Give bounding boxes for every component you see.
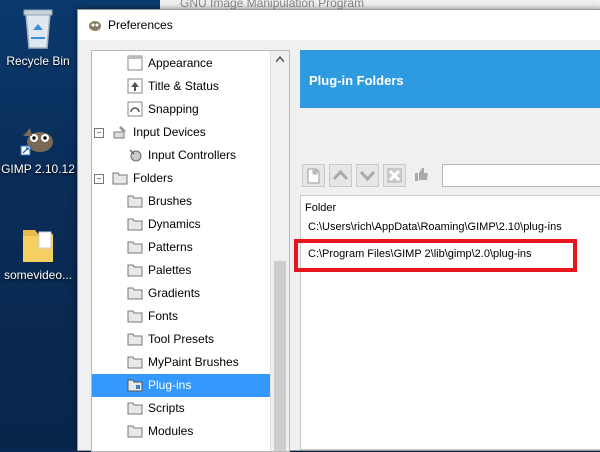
- folders-icon: [112, 172, 128, 185]
- tree-item-patterns[interactable]: Patterns: [92, 236, 270, 259]
- tree-item-title-status[interactable]: Title & Status: [92, 75, 270, 98]
- gimp-shortcut[interactable]: GIMP 2.10.12: [0, 120, 76, 176]
- right-panel: Plug-in Folders Folder C:\Users\rich\App…: [294, 50, 600, 450]
- folder-icon: [127, 379, 143, 392]
- tree-item-modules[interactable]: Modules: [92, 420, 270, 443]
- folder-icon: [127, 333, 143, 346]
- tree-item-plug-ins[interactable]: Plug-ins: [92, 374, 270, 397]
- folder-icon: [127, 264, 143, 277]
- new-folder-icon: [307, 168, 320, 184]
- folder-icon: [127, 402, 143, 415]
- somevideo-folder-shortcut[interactable]: somevideo...: [0, 224, 76, 282]
- folder-row[interactable]: C:\Users\rich\AppData\Roaming\GIMP\2.10\…: [308, 221, 562, 233]
- somevideo-folder-label: somevideo...: [3, 268, 73, 282]
- folder-list: Folder C:\Users\rich\AppData\Roaming\GIM…: [294, 195, 600, 450]
- tree-item-mypaint-brushes[interactable]: MyPaint Brushes: [92, 351, 270, 374]
- folder-icon: [127, 310, 143, 323]
- input-controllers-icon: [129, 149, 142, 162]
- tree-item-label: Dynamics: [148, 217, 201, 231]
- tree-item-label: Patterns: [148, 240, 193, 254]
- recycle-bin-label: Recycle Bin: [6, 54, 70, 68]
- tree-item-label: Tool Presets: [148, 332, 215, 346]
- title-status-icon: [127, 78, 143, 94]
- tree-item-label: Gradients: [148, 286, 201, 300]
- delete-icon: [387, 168, 402, 183]
- tree-item-scripts[interactable]: Scripts: [92, 397, 270, 420]
- page-header: Plug-in Folders: [300, 50, 600, 108]
- tree-item-label: Input Controllers: [148, 148, 237, 162]
- appearance-icon: [127, 55, 143, 71]
- page-title: Plug-in Folders: [309, 73, 404, 88]
- window-title: Preferences: [108, 18, 173, 32]
- delete-button[interactable]: [383, 164, 406, 187]
- tree-item-input-devices[interactable]: − Input Devices: [92, 121, 270, 144]
- folder-path-field[interactable]: [442, 164, 600, 187]
- tree-item-label: MyPaint Brushes: [148, 355, 239, 369]
- tree-scrollbar[interactable]: [270, 51, 289, 451]
- tree-item-label: Title & Status: [148, 79, 219, 93]
- highlight-box: [294, 239, 577, 272]
- move-down-button[interactable]: [356, 164, 379, 187]
- tree-item-appearance[interactable]: Appearance: [92, 52, 270, 75]
- tree-item-gradients[interactable]: Gradients: [92, 282, 270, 305]
- tree-item-label: Brushes: [148, 194, 193, 208]
- tree-item-label: Modules: [148, 424, 194, 438]
- scrollbar-thumb[interactable]: [274, 261, 286, 451]
- folder-icon: [23, 230, 53, 262]
- gimp-label: GIMP 2.10.12: [1, 162, 75, 176]
- move-down-icon: [359, 170, 376, 182]
- tree-item-label: Fonts: [148, 309, 179, 323]
- folder-icon: [127, 195, 143, 208]
- tree-item-palettes[interactable]: Palettes: [92, 259, 270, 282]
- tree-item-tool-presets[interactable]: Tool Presets: [92, 328, 270, 351]
- move-up-button[interactable]: [329, 164, 352, 187]
- writable-toggle[interactable]: [410, 164, 433, 187]
- tree-item-input-controllers[interactable]: Input Controllers: [92, 144, 270, 167]
- move-up-icon: [332, 169, 349, 181]
- tree-item-label: Input Devices: [133, 125, 206, 139]
- new-folder-button[interactable]: [302, 164, 325, 187]
- scroll-up-icon[interactable]: [276, 56, 284, 62]
- folder-icon: [127, 356, 143, 369]
- tree-item-label: Folders: [133, 171, 174, 185]
- recycle-bin-icon: [23, 9, 53, 49]
- tree-item-label: Snapping: [148, 102, 199, 116]
- input-devices-icon: [113, 126, 126, 139]
- folder-column-header[interactable]: Folder: [305, 202, 336, 214]
- tree-item-snapping[interactable]: Snapping: [92, 98, 270, 121]
- preferences-window: Preferences Appearance Title & Status Sn…: [77, 9, 600, 452]
- tree-item-brushes[interactable]: Brushes: [92, 190, 270, 213]
- tree-item-label: Appearance: [148, 56, 213, 70]
- tree-item-label: Scripts: [148, 401, 185, 415]
- collapse-expander-icon[interactable]: −: [94, 174, 104, 184]
- gimp-icon: [20, 128, 53, 156]
- collapse-expander-icon[interactable]: −: [94, 128, 104, 138]
- tree-item-label: Palettes: [148, 263, 192, 277]
- writable-icon: [415, 168, 428, 181]
- preferences-tree: Appearance Title & Status Snapping − Inp…: [91, 50, 290, 452]
- recycle-bin-shortcut[interactable]: Recycle Bin: [0, 6, 76, 68]
- gimp-small-icon: [89, 21, 101, 31]
- folder-icon: [127, 425, 143, 438]
- folder-icon: [127, 287, 143, 300]
- snapping-icon: [127, 101, 143, 117]
- window-titlebar[interactable]: Preferences: [78, 10, 600, 40]
- tree-item-dynamics[interactable]: Dynamics: [92, 213, 270, 236]
- folder-icon: [127, 241, 143, 254]
- folders-toolbar: [300, 164, 600, 190]
- tree-item-label: Plug-ins: [148, 378, 192, 392]
- tree-item-fonts[interactable]: Fonts: [92, 305, 270, 328]
- folder-icon: [127, 218, 143, 231]
- tree-item-folders[interactable]: − Folders: [92, 167, 270, 190]
